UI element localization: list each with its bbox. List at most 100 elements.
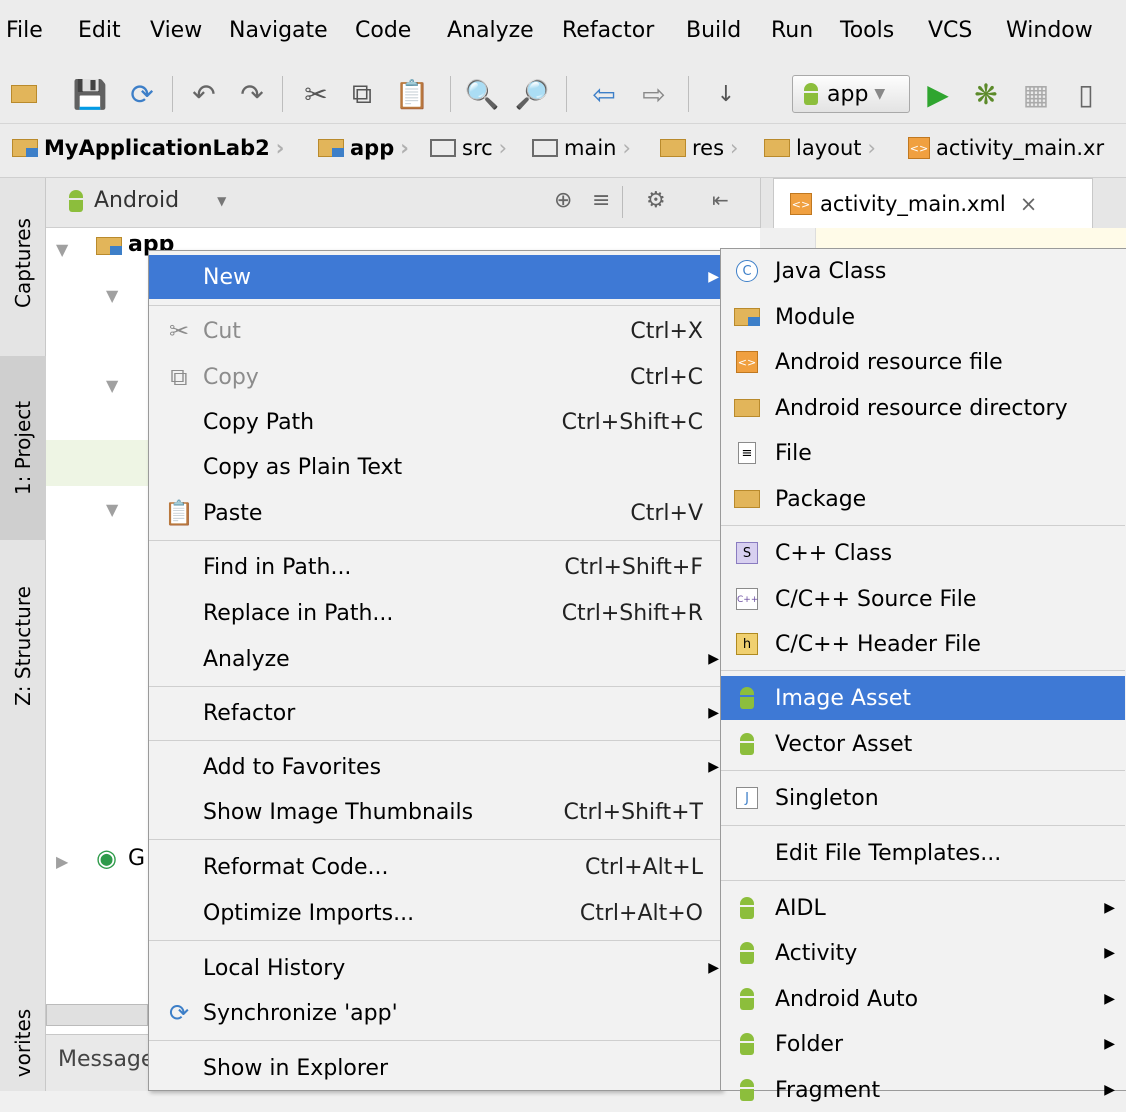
favorites-tab[interactable]: vorites — [0, 998, 46, 1088]
menu-file[interactable]: File — [6, 18, 43, 43]
redo-icon[interactable]: ↷ — [232, 74, 272, 114]
open-folder-icon[interactable] — [4, 74, 44, 114]
submenu-item-package[interactable]: Package — [721, 477, 1125, 521]
project-tab[interactable]: 1: Project — [0, 356, 46, 540]
menu-item-analyze[interactable]: Analyze ▶ — [149, 637, 721, 681]
debug-icon[interactable]: ❋ — [966, 74, 1006, 114]
breadcrumb-main[interactable]: main › — [532, 136, 631, 160]
menu-item-new[interactable]: New ▶ — [149, 255, 721, 299]
save-icon[interactable]: 💾 — [70, 74, 110, 114]
menu-item-local-history[interactable]: Local History ▶ — [149, 946, 721, 990]
menu-run[interactable]: Run — [771, 18, 813, 43]
avd-manager-icon[interactable]: ▯ — [1066, 74, 1106, 114]
scroll-from-source-icon[interactable]: ⊕ — [554, 188, 572, 213]
menu-item-copy-path[interactable]: Copy Path Ctrl+Shift+C — [149, 400, 721, 444]
submenu-item-folder[interactable]: Folder ▶ — [721, 1022, 1125, 1066]
submenu-item-fragment[interactable]: Fragment ▶ — [721, 1068, 1125, 1112]
menu-item-label: Refactor — [203, 700, 296, 726]
menu-item-synchronize[interactable]: ⟳ Synchronize 'app' — [149, 991, 721, 1035]
submenu-item-singleton[interactable]: J Singleton — [721, 776, 1125, 820]
expand-arrow-icon[interactable]: ▼ — [56, 240, 68, 259]
submenu-item-cpp-class[interactable]: S C++ Class — [721, 531, 1125, 575]
undo-icon[interactable]: ↶ — [184, 74, 224, 114]
menu-item-cut[interactable]: ✂ Cut Ctrl+X — [149, 309, 721, 353]
copy-icon[interactable]: ⧉ — [342, 74, 382, 114]
menu-item-show-in-explorer[interactable]: Show in Explorer — [149, 1046, 721, 1090]
menu-code[interactable]: Code — [355, 18, 411, 43]
submenu-item-android-resource-directory[interactable]: Android resource directory — [721, 386, 1125, 430]
collapse-all-icon[interactable]: ≡ — [592, 188, 610, 213]
menu-item-optimize-imports[interactable]: Optimize Imports... Ctrl+Alt+O — [149, 891, 721, 935]
sync-icon[interactable]: ⟳ — [122, 74, 162, 114]
breadcrumb-src[interactable]: src › — [430, 136, 507, 160]
collapse-arrow-icon[interactable]: ▶ — [56, 852, 68, 871]
menu-item-show-image-thumbnails[interactable]: Show Image Thumbnails Ctrl+Shift+T — [149, 790, 721, 834]
module-folder-icon — [733, 303, 761, 331]
menu-edit[interactable]: Edit — [78, 18, 121, 43]
menu-item-reformat-code[interactable]: Reformat Code... Ctrl+Alt+L — [149, 845, 721, 889]
horizontal-scrollbar[interactable] — [46, 1004, 148, 1026]
menu-item-find-in-path[interactable]: Find in Path... Ctrl+Shift+F — [149, 545, 721, 589]
menu-build[interactable]: Build — [686, 18, 741, 43]
expand-arrow-icon[interactable]: ▼ — [106, 500, 118, 519]
submenu-item-vector-asset[interactable]: Vector Asset — [721, 722, 1125, 766]
submenu-item-aidl[interactable]: AIDL ▶ — [721, 886, 1125, 930]
submenu-item-image-asset[interactable]: Image Asset — [721, 676, 1125, 720]
chevron-right-icon: › — [400, 136, 409, 160]
messages-tab[interactable]: Message — [46, 1034, 154, 1091]
menu-item-refactor[interactable]: Refactor ▶ — [149, 691, 721, 735]
find-icon[interactable]: 🔍 — [462, 74, 502, 114]
submenu-item-file[interactable]: ≡ File — [721, 431, 1125, 475]
attach-debugger-icon[interactable]: ▦ — [1016, 74, 1056, 114]
back-icon[interactable]: ⇦ — [584, 74, 624, 114]
menu-item-replace-in-path[interactable]: Replace in Path... Ctrl+Shift+R — [149, 591, 721, 635]
structure-tab[interactable]: Z: Structure — [0, 556, 46, 736]
menu-analyze[interactable]: Analyze — [447, 18, 534, 43]
expand-arrow-icon[interactable]: ▼ — [106, 286, 118, 305]
menu-refactor[interactable]: Refactor — [562, 18, 654, 43]
breadcrumb-project[interactable]: MyApplicationLab2 › — [12, 136, 284, 160]
chevron-down-icon: ▼ — [874, 86, 886, 102]
breadcrumb-layout[interactable]: layout › — [764, 136, 876, 160]
folder-icon — [430, 139, 456, 157]
view-mode-select[interactable]: Android ▼ — [66, 188, 226, 213]
breadcrumb-res[interactable]: res › — [660, 136, 738, 160]
run-icon[interactable]: ▶ — [918, 74, 958, 114]
submenu-item-cpp-source-file[interactable]: C++ C/C++ Source File — [721, 577, 1125, 621]
menu-item-add-to-favorites[interactable]: Add to Favorites ▶ — [149, 745, 721, 789]
submenu-item-cpp-header-file[interactable]: h C/C++ Header File — [721, 622, 1125, 666]
submenu-item-android-resource-file[interactable]: <> Android resource file — [721, 340, 1125, 384]
menu-tools[interactable]: Tools — [840, 18, 894, 43]
view-mode-label: Android — [94, 188, 180, 213]
submenu-item-android-auto[interactable]: Android Auto ▶ — [721, 977, 1125, 1021]
submenu-item-java-class[interactable]: C Java Class — [721, 249, 1125, 293]
header-file-icon: h — [736, 633, 758, 655]
run-configuration-select[interactable]: app ▼ — [792, 75, 910, 113]
breadcrumb-file[interactable]: <> activity_main.xr — [908, 136, 1104, 160]
menu-item-copy[interactable]: ⧉ Copy Ctrl+C — [149, 355, 721, 399]
gear-icon[interactable]: ⚙ — [646, 188, 666, 213]
menu-vcs[interactable]: VCS — [928, 18, 972, 43]
submenu-item-edit-file-templates[interactable]: Edit File Templates... — [721, 831, 1125, 875]
captures-tab[interactable]: Captures — [0, 178, 46, 348]
expand-arrow-icon[interactable]: ▼ — [106, 376, 118, 395]
tree-item-label[interactable]: G — [128, 846, 145, 871]
make-project-icon[interactable]: ↓ — [706, 74, 746, 114]
cut-icon[interactable]: ✂ — [296, 74, 336, 114]
forward-icon[interactable]: ⇨ — [634, 74, 674, 114]
menu-item-shortcut: Ctrl+V — [630, 500, 703, 526]
tab-activity-main[interactable]: <> activity_main.xml × — [773, 178, 1093, 228]
paste-icon[interactable]: 📋 — [392, 74, 432, 114]
hide-panel-icon[interactable]: ⇤ — [712, 188, 729, 212]
menu-window[interactable]: Window — [1006, 18, 1093, 43]
menu-navigate[interactable]: Navigate — [229, 18, 328, 43]
breadcrumb-app[interactable]: app › — [318, 136, 409, 160]
submenu-arrow-icon: ▶ — [1104, 991, 1115, 1007]
menu-view[interactable]: View — [150, 18, 202, 43]
replace-icon[interactable]: 🔎 — [512, 74, 552, 114]
menu-item-copy-plain-text[interactable]: Copy as Plain Text — [149, 445, 721, 489]
menu-item-paste[interactable]: 📋 Paste Ctrl+V — [149, 491, 721, 535]
submenu-item-activity[interactable]: Activity ▶ — [721, 931, 1125, 975]
close-icon[interactable]: × — [1020, 192, 1038, 216]
submenu-item-module[interactable]: Module — [721, 295, 1125, 339]
